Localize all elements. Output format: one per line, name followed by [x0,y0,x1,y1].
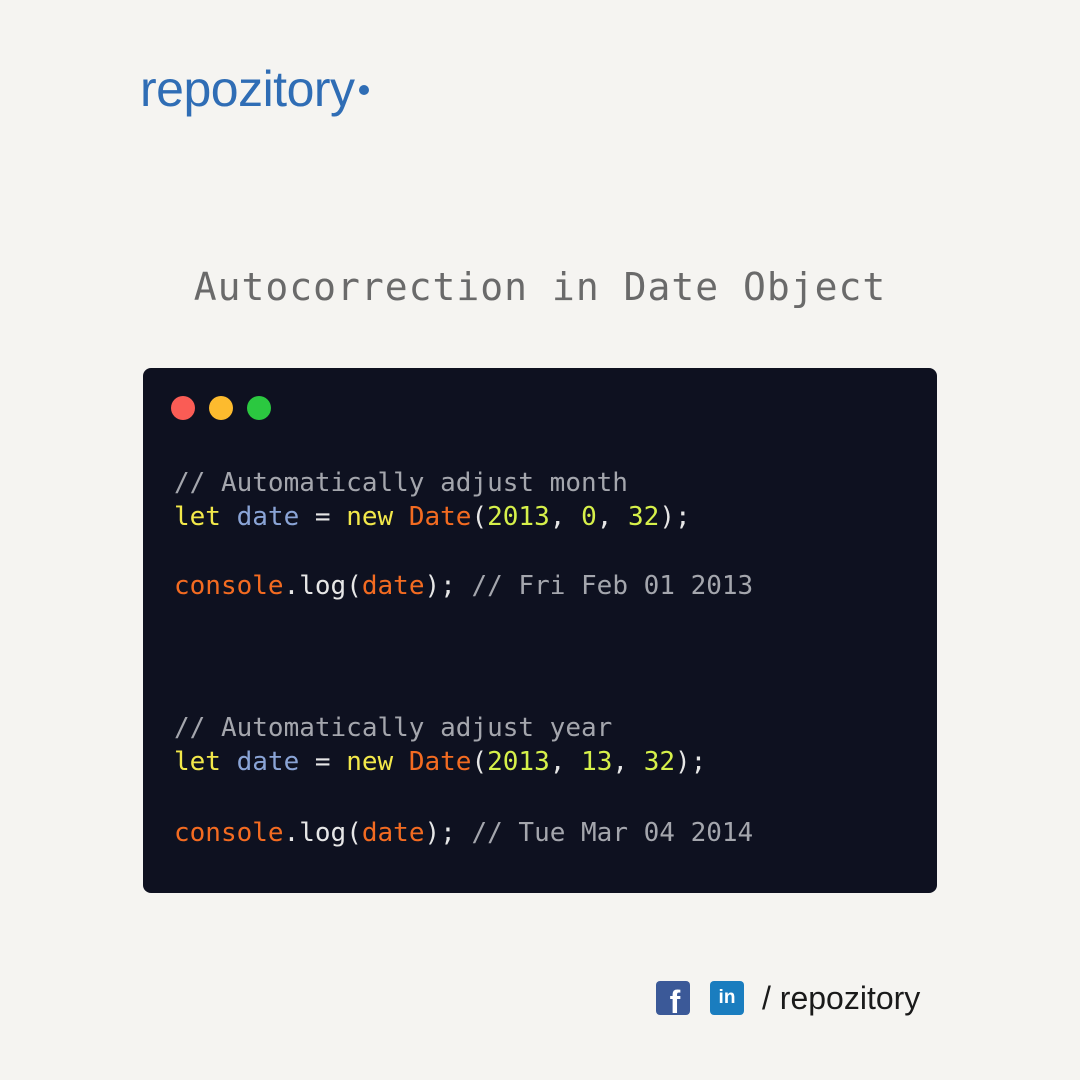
code-punctuation: ( [471,747,488,777]
code-declaration-line: let date = new Date(2013, 0, 32); [174,500,691,534]
code-punctuation: , [549,502,582,532]
code-punctuation: , [596,502,629,532]
code-method: .log( [283,571,362,601]
code-keyword-new: new [346,502,394,532]
code-editor-window [143,368,937,893]
code-keyword-let: let [174,747,221,777]
social-handle: / repozitory [762,980,921,1016]
code-number: 0 [581,502,597,532]
code-number: 32 [643,747,675,777]
code-punctuation: ); [659,502,691,532]
code-number: 2013 [487,747,550,777]
facebook-glyph: f [669,984,681,1015]
code-comment: // Fri Feb 01 2013 [471,571,754,601]
code-object: console [174,818,284,848]
code-argument: date [361,571,425,601]
code-operator: = [314,502,331,532]
code-comment-line: // Automatically adjust year [174,711,612,745]
code-keyword-new: new [346,747,394,777]
code-argument: date [361,818,425,848]
code-class-name: Date [408,502,472,532]
code-punctuation: ); [675,747,707,777]
code-punctuation: , [549,747,582,777]
code-number: 32 [628,502,660,532]
maximize-window-icon [247,396,271,420]
code-punctuation: , [612,747,644,777]
code-punctuation: ); [424,571,456,601]
code-keyword-let: let [174,502,221,532]
social-footer: f in / repozitory [656,978,920,1018]
code-number: 13 [581,747,613,777]
code-object: console [174,571,284,601]
logo-dot-icon [358,85,369,95]
code-variable: date [236,747,300,777]
code-comment: // Tue Mar 04 2014 [471,818,754,848]
code-log-line: console.log(date); // Tue Mar 04 2014 [174,816,753,850]
code-declaration-line: let date = new Date(2013, 13, 32); [174,745,706,779]
code-punctuation: ); [424,818,456,848]
code-punctuation: ( [471,502,488,532]
minimize-window-icon [209,396,233,420]
code-comment: // Automatically adjust year [174,713,613,743]
linkedin-icon[interactable]: in [710,981,744,1015]
code-number: 2013 [487,502,550,532]
close-window-icon [171,396,195,420]
code-comment-line: // Automatically adjust month [174,466,628,500]
code-variable: date [236,502,300,532]
brand-name: repozitory [140,61,355,117]
brand-logo: repozitory [140,56,369,122]
code-operator: = [314,747,331,777]
code-class-name: Date [408,747,472,777]
code-method: .log( [283,818,362,848]
page-title: Autocorrection in Date Object [193,265,887,309]
facebook-icon[interactable]: f [656,981,690,1015]
linkedin-glyph: in [718,987,736,1008]
code-comment: // Automatically adjust month [174,468,628,498]
code-log-line: console.log(date); // Fri Feb 01 2013 [174,569,753,603]
